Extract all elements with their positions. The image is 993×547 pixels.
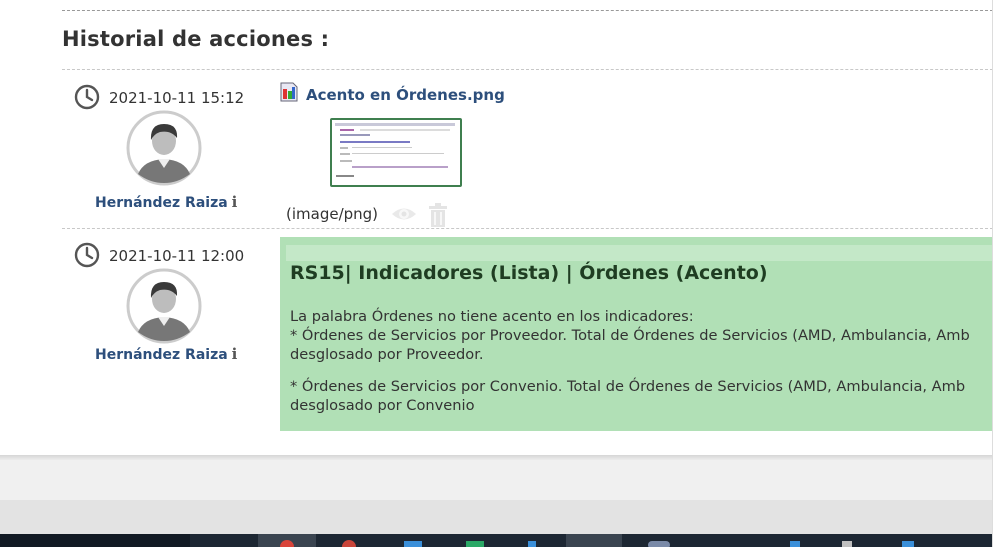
page-footer-band xyxy=(0,500,993,534)
taskbar-app[interactable] xyxy=(464,534,486,547)
section-title: Historial de acciones : xyxy=(62,27,330,51)
taskbar-app[interactable] xyxy=(526,534,538,547)
attachment-thumbnail[interactable] xyxy=(330,118,462,187)
note-title: RS15| Indicadores (Lista) | Órdenes (Ace… xyxy=(290,262,768,284)
taskbar-search[interactable] xyxy=(0,534,190,547)
info-icon[interactable]: i xyxy=(232,345,238,363)
entry-timestamp: 2021-10-11 12:00 xyxy=(109,247,245,265)
page-footer xyxy=(0,460,993,500)
taskbar-app[interactable] xyxy=(788,534,802,547)
entry-user[interactable]: Hernández Raiza i xyxy=(95,193,237,211)
taskbar-app-active[interactable] xyxy=(566,534,622,547)
attachment-link[interactable]: Acento en Órdenes.png xyxy=(306,86,505,104)
note-line: La palabra Órdenes no tiene acento en lo… xyxy=(290,308,694,325)
info-icon[interactable]: i xyxy=(232,193,238,211)
note-line: * Órdenes de Servicios por Convenio. Tot… xyxy=(290,378,966,395)
trash-icon[interactable] xyxy=(428,203,448,227)
user-name[interactable]: Hernández Raiza xyxy=(95,195,228,211)
user-name[interactable]: Hernández Raiza xyxy=(95,347,228,363)
taskbar-app[interactable] xyxy=(900,534,916,547)
note-line: desglosado por Convenio xyxy=(290,397,475,414)
history-panel: Historial de acciones : 2021-10-11 15:12… xyxy=(0,0,993,455)
note-line: * Órdenes de Servicios por Proveedor. To… xyxy=(290,327,970,344)
issue-note: RS15| Indicadores (Lista) | Órdenes (Ace… xyxy=(280,237,993,431)
taskbar-app[interactable] xyxy=(644,534,674,547)
taskbar-app[interactable] xyxy=(340,534,358,547)
image-file-icon xyxy=(280,82,298,102)
note-line: desglosado por Proveedor. xyxy=(290,346,484,363)
taskbar-app[interactable] xyxy=(840,534,854,547)
taskbar-app[interactable] xyxy=(402,534,424,547)
taskbar-app-active[interactable] xyxy=(258,534,316,547)
eye-icon[interactable] xyxy=(391,205,417,223)
thumbnail-image xyxy=(332,120,460,185)
clock-icon xyxy=(74,242,100,268)
attachment-mime: (image/png) xyxy=(286,205,379,223)
entry-user[interactable]: Hernández Raiza i xyxy=(95,345,237,363)
taskbar[interactable] xyxy=(0,534,993,547)
entry-timestamp: 2021-10-11 15:12 xyxy=(109,89,245,107)
row-divider xyxy=(62,69,993,70)
user-avatar-icon xyxy=(126,268,202,344)
note-header-strip xyxy=(286,245,993,261)
row-divider xyxy=(62,228,993,229)
note-body: La palabra Órdenes no tiene acento en lo… xyxy=(290,307,970,428)
clock-icon xyxy=(74,84,100,110)
user-avatar-icon xyxy=(126,110,202,186)
top-divider xyxy=(62,10,993,11)
